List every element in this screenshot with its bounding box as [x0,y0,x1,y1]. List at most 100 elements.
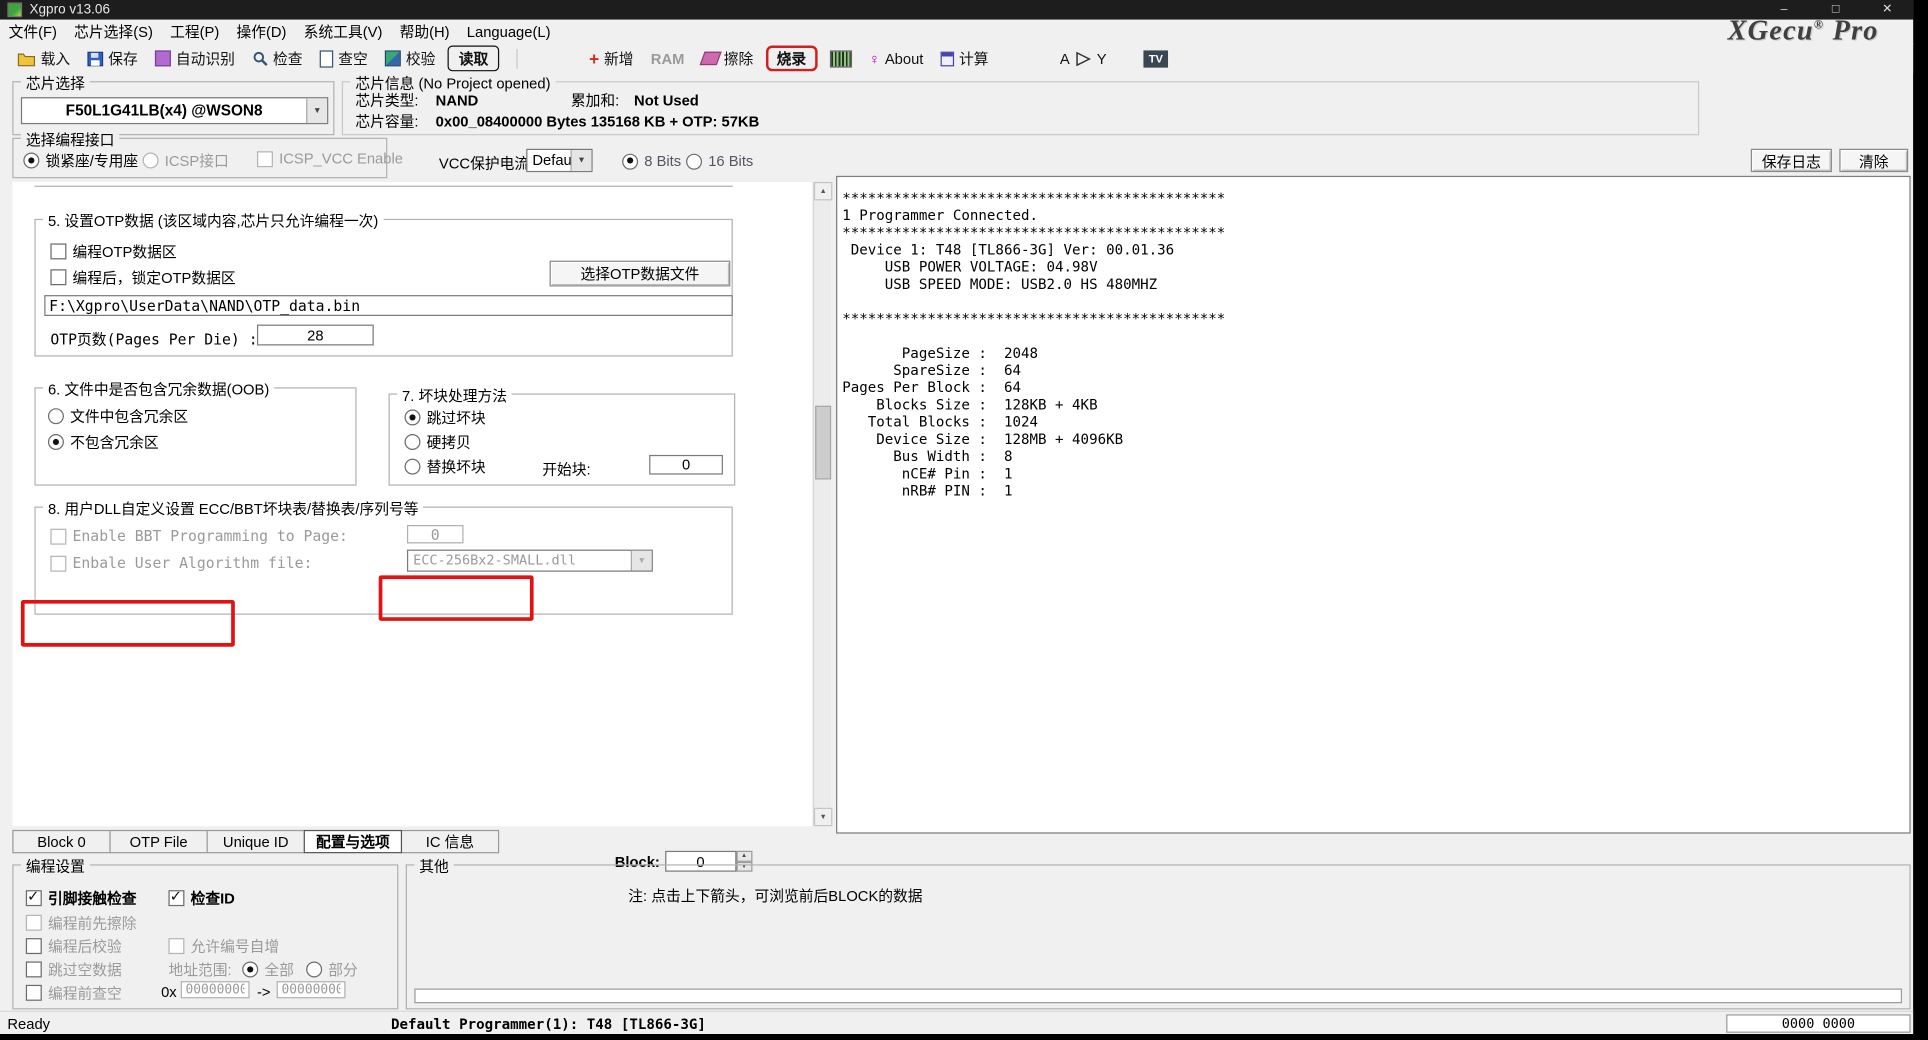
scrollbar-thumb[interactable] [815,406,831,480]
bbt-page-input[interactable] [407,525,464,543]
bits8-radio[interactable] [622,153,638,169]
without-oob-radio[interactable] [48,434,64,450]
auto-serial-checkbox[interactable] [168,938,184,954]
pin-check-checkbox[interactable] [26,890,42,906]
barcode-button[interactable] [825,47,857,69]
load-label: 载入 [41,48,71,69]
status-ready: Ready [7,1016,50,1033]
address-to-input[interactable] [277,981,346,998]
program-label: 烧录 [777,48,807,69]
tab-ic-info[interactable]: IC 信息 [401,830,499,853]
tv-button[interactable]: TV [1139,47,1173,69]
menu-item-operation[interactable]: 操作(D) [228,18,295,44]
bits16-radio[interactable] [686,153,702,169]
algorithm-file-combo[interactable]: ECC-256Bx2-SMALL.dll ▼ [407,550,653,572]
blank-check-button[interactable]: 查空 [315,45,373,71]
address-from-input[interactable] [181,981,250,998]
icsp-vcc-checkbox[interactable] [257,151,273,167]
about-button[interactable]: ♀ About [864,47,928,69]
logic-test-button[interactable]: A Y [1055,47,1112,69]
menu-item-chip-select[interactable]: 芯片选择(S) [66,18,162,44]
vcc-current-combo[interactable]: Default ▼ [526,149,592,172]
vcc-current-value: Default [527,150,570,171]
enable-bbt-checkbox[interactable] [50,528,66,544]
calculator-label: 计算 [959,48,989,69]
socket-radio[interactable] [23,152,39,168]
address-range-label: 地址范围: [168,959,231,980]
floppy-icon [87,51,103,66]
algorithm-dropdown-icon[interactable]: ▼ [631,551,652,571]
otp-pages-input[interactable] [257,325,374,346]
titlebar: Xgpro v13.06 – □ ✕ [0,0,1913,20]
skip-bad-block-label: 跳过坏块 [427,407,486,428]
choose-otp-file-button[interactable]: 选择OTP数据文件 [550,261,731,287]
hard-copy-label: 硬拷贝 [427,432,471,453]
tab-block0[interactable]: Block 0 [12,830,110,853]
ram-button[interactable]: RAM [646,47,689,69]
other-group: 其他 注: 点击上下箭头，可浏览前后BLOCK的数据 [406,864,1911,1009]
vcc-current-row: VCC保护电流: [439,152,533,173]
menu-item-file[interactable]: 文件(F) [0,18,66,44]
menu-item-system-tools[interactable]: 系统工具(V) [295,18,391,44]
icsp-radio[interactable] [143,152,159,168]
erase-button[interactable]: 擦除 [697,45,758,71]
log-panel[interactable]: ****************************************… [836,176,1911,834]
verify-button[interactable]: 校验 [380,45,440,71]
menu-item-help[interactable]: 帮助(H) [391,18,458,44]
save-button[interactable]: 保存 [82,45,142,71]
lock-otp-checkbox[interactable] [50,269,66,285]
chip-select-combo[interactable]: F50L1G41LB(x4) @WSON8 ▼ [21,97,328,124]
config-panel-scrollbar[interactable]: ▲ ▼ [813,182,831,826]
otp-file-path-input[interactable] [44,295,733,316]
auto-identify-button[interactable]: 自动识别 [150,45,240,71]
block-spin-up-icon[interactable]: ▲ [736,851,752,861]
address-part-radio[interactable] [306,961,322,977]
load-button[interactable]: 载入 [12,45,75,71]
icsp-radio-label: ICSP接口 [165,150,229,171]
skip-bad-block-radio[interactable] [405,409,421,425]
start-block-input[interactable] [649,455,723,475]
blank-page-icon [320,50,334,67]
blank-check-before-checkbox[interactable] [26,985,42,1001]
chip-icon [155,50,171,66]
program-button[interactable]: 烧录 [766,45,818,71]
address-all-radio[interactable] [242,961,258,977]
skip-blank-checkbox[interactable] [26,961,42,977]
scrollbar-down-icon[interactable]: ▼ [814,808,832,826]
pin-check-label: 引脚接触检查 [48,888,137,909]
save-log-button[interactable]: 保存日志 [1751,149,1832,172]
verify-after-checkbox[interactable] [26,938,42,954]
replace-bad-block-radio[interactable] [405,459,421,475]
enable-user-algorithm-checkbox[interactable] [50,555,66,571]
tab-otp-file[interactable]: OTP File [109,830,207,853]
scrolled-group-edge [34,186,732,187]
add-button[interactable]: + 新增 [584,45,638,71]
clear-log-button[interactable]: 清除 [1839,149,1908,172]
vcc-current-label: VCC保护电流: [439,152,533,173]
hex-prefix-label: 0x [161,984,177,1001]
menu-item-project[interactable]: 工程(P) [161,18,227,44]
logic-gate-a-label: A [1060,50,1070,67]
checksum-value: Not Used [634,92,699,109]
hard-copy-radio[interactable] [405,434,421,450]
with-oob-radio[interactable] [48,408,64,424]
tab-unique-id[interactable]: Unique ID [207,830,305,853]
read-button[interactable]: 读取 [448,45,500,71]
bottom-tabs: Block 0 OTP File Unique ID 配置与选项 IC 信息 [12,830,498,853]
calculator-button[interactable]: 计算 [936,45,994,71]
other-group-title: 其他 [414,856,453,877]
otp-group: 5. 设置OTP数据 (该区域内容,芯片只允许编程一次) 编程OTP数据区 编程… [34,219,732,357]
menu-item-language[interactable]: Language(L) [458,20,559,42]
programming-settings-title: 编程设置 [21,856,90,877]
chip-capacity-value: 0x00_08400000 Bytes 135168 KB + OTP: 57K… [436,112,760,129]
erase-before-checkbox[interactable] [26,915,42,931]
vcc-dropdown-icon[interactable]: ▼ [570,150,591,171]
blank-check-label: 查空 [338,48,368,69]
chip-select-dropdown-icon[interactable]: ▼ [306,98,327,123]
check-button[interactable]: 检查 [247,45,307,71]
scrollbar-up-icon[interactable]: ▲ [814,182,832,200]
tab-config-options[interactable]: 配置与选项 [304,830,402,853]
check-id-checkbox[interactable] [168,890,184,906]
brand-name: XGecu [1728,15,1814,46]
program-otp-checkbox[interactable] [50,243,66,259]
